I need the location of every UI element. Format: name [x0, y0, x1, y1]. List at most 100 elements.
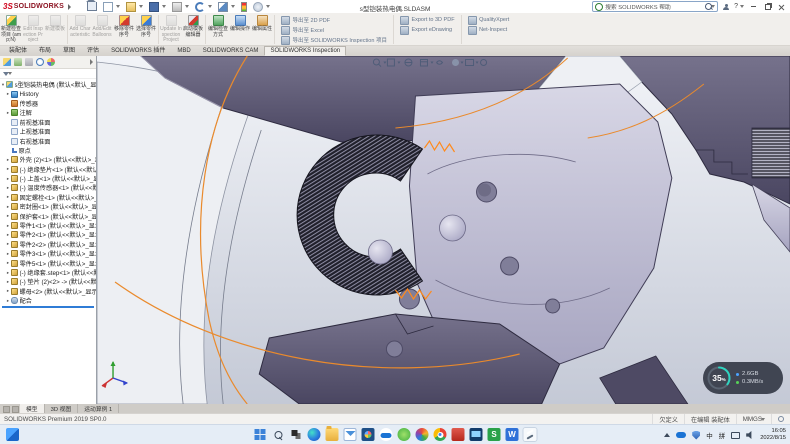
edit-inspection-project-button[interactable]: Edit Inspection Project — [22, 14, 44, 44]
performance-widget[interactable]: 35% 2.6GB 0.3MB/s — [703, 362, 783, 394]
help-icon[interactable]: ? — [734, 3, 738, 10]
mail-icon[interactable] — [344, 428, 357, 441]
network-icon[interactable] — [731, 432, 740, 439]
edit-inspection-method-button[interactable]: 编辑检查方式 — [207, 14, 229, 38]
pick-balloons-button[interactable]: 选择零件序号 — [135, 14, 157, 38]
units-dropdown-icon[interactable] — [761, 418, 765, 421]
tree-item-origin[interactable]: 原点 — [0, 146, 96, 155]
open-icon[interactable] — [126, 2, 136, 12]
tree-item-component[interactable]: ▸零件2<1> (默认<<默认>_显示状态 — [0, 230, 96, 239]
featuremanager-tree-tab-icon[interactable] — [3, 58, 11, 66]
options-dropdown-icon[interactable] — [266, 5, 270, 8]
pc-manager-icon[interactable] — [470, 428, 483, 441]
undo-icon[interactable] — [195, 2, 205, 12]
tab-scroll-right-icon[interactable] — [12, 406, 19, 413]
save-dropdown-icon[interactable] — [162, 5, 166, 8]
tree-item-component[interactable]: ▸零件3<1> (默认<<默认>_显示状态 — [0, 249, 96, 258]
edit-operation-button[interactable]: 编辑操作 — [229, 14, 251, 33]
tab-assembly[interactable]: 装配体 — [3, 43, 33, 56]
taskbar-clock[interactable]: 16:05 2022/8/15 — [760, 428, 786, 442]
propertymanager-tab-icon[interactable] — [14, 58, 22, 66]
taskbar-search-button[interactable] — [272, 428, 285, 441]
ime-mode-indicator[interactable]: 拼 — [719, 430, 726, 440]
tree-item-component[interactable]: ▸(-) 上盖<1> (默认<<默认>_显示状 — [0, 174, 96, 183]
ime-language-indicator[interactable]: 中 — [706, 430, 713, 440]
app-red-icon[interactable] — [452, 428, 465, 441]
tray-expand-chevron-icon[interactable] — [664, 433, 670, 437]
dimxpertmanager-tab-icon[interactable] — [36, 58, 44, 66]
export-edrawing-button[interactable]: Export eDrawing — [400, 26, 455, 35]
tree-item-component[interactable]: ▸零件2<2> (默认<<默认>_显示状态 — [0, 240, 96, 249]
undo-dropdown-icon[interactable] — [208, 5, 212, 8]
tab-evaluate[interactable]: 评估 — [81, 43, 105, 56]
volume-icon[interactable] — [746, 431, 754, 439]
export-3d-pdf-button[interactable]: Export to 3D PDF — [400, 16, 455, 25]
chrome-icon[interactable] — [434, 428, 447, 441]
file-explorer-icon[interactable] — [326, 428, 339, 441]
select-icon[interactable] — [218, 2, 228, 12]
tab-layout[interactable]: 布局 — [33, 43, 57, 56]
solidworks-taskbar-icon[interactable] — [524, 428, 537, 441]
new-document-icon[interactable] — [103, 2, 113, 12]
select-dropdown-icon[interactable] — [231, 5, 235, 8]
new-template-button[interactable]: 新建模板 — [44, 14, 66, 33]
tree-item-component[interactable]: ▸零件5<1> (默认<<默认>_显示状态 — [0, 258, 96, 267]
add-characteristic-button[interactable]: Add Characteristic — [69, 14, 91, 38]
restore-button[interactable] — [763, 3, 772, 11]
tab-mbd[interactable]: MBD — [171, 46, 196, 56]
tree-item-component[interactable]: ▸固定螺栓<1> (默认<<默认>_显示 — [0, 193, 96, 202]
new-inspection-project-button[interactable]: 新建检查项目 (amp;N) — [0, 14, 22, 44]
login-icon[interactable] — [723, 4, 729, 10]
search-icon[interactable] — [705, 3, 712, 10]
tree-item-component[interactable]: ▸保护套<1> (默认<<默认>_显示状 — [0, 211, 96, 220]
search-input[interactable]: 搜索 SOLIDWORKS 帮助 — [592, 1, 718, 12]
open-dropdown-icon[interactable] — [139, 5, 143, 8]
hide-show-items-icon[interactable] — [452, 59, 459, 66]
app-s-icon[interactable]: S — [488, 428, 501, 441]
home-icon[interactable] — [87, 2, 97, 11]
print-icon[interactable] — [172, 2, 182, 12]
tray-onedrive-icon[interactable] — [676, 432, 686, 438]
options-status-button[interactable] — [771, 414, 790, 424]
options-icon[interactable] — [253, 2, 263, 12]
tree-item-component[interactable]: ▸(-) 温度传感器<1> (默认<<默认>_ — [0, 183, 96, 192]
export-inspection-project-button[interactable]: 导出至 SOLIDWORKS Inspection 项目 — [281, 36, 387, 45]
tree-item-right-plane[interactable]: 右视基准面 — [0, 136, 96, 145]
export-excel-button[interactable]: 导出至 Excel — [281, 26, 387, 35]
net-inspect-button[interactable]: Net-Inspect — [468, 26, 510, 35]
configurationmanager-tab-icon[interactable] — [25, 58, 33, 66]
update-inspection-project-button[interactable]: Update Inspection Project — [160, 14, 182, 44]
save-icon[interactable] — [149, 2, 159, 12]
edge-browser-icon[interactable] — [308, 428, 321, 441]
menu-flyout-icon[interactable] — [68, 4, 71, 10]
tab-motion-study[interactable]: 运动算例 1 — [78, 404, 119, 413]
tray-security-shield-icon[interactable] — [692, 431, 700, 440]
add-edit-balloons-button[interactable]: Add/Edit Balloons — [91, 14, 113, 38]
tree-item-top-plane[interactable]: 上视基准面 — [0, 127, 96, 136]
tree-item-component[interactable]: ▸(-) 绝缘套.step<1> (默认<<默认> — [0, 268, 96, 277]
model-viewport[interactable]: 35% 2.6GB 0.3MB/s — [97, 56, 790, 404]
units-selector[interactable]: MMGS — [736, 414, 771, 424]
browser-pinwheel-icon[interactable] — [416, 428, 429, 441]
panel-overflow-chevron-icon[interactable] — [90, 59, 93, 65]
displaymanager-tab-icon[interactable] — [47, 58, 55, 66]
tree-item-annotations[interactable]: ▸注解 — [0, 108, 96, 117]
tab-3d-views[interactable]: 3D 视图 — [45, 404, 79, 413]
photos-icon[interactable] — [362, 428, 375, 441]
qualityxpert-button[interactable]: QualityXpert — [468, 16, 510, 25]
tree-item-component[interactable]: ▸(-) 垫片 (2)<2> -> (默认<<默认> — [0, 277, 96, 286]
new-dropdown-icon[interactable] — [116, 5, 120, 8]
app-green-icon[interactable] — [398, 428, 411, 441]
tree-item-front-plane[interactable]: 前视基准面 — [0, 118, 96, 127]
tab-addins[interactable]: SOLIDWORKS 插件 — [105, 43, 171, 56]
tab-solidworks-inspection[interactable]: SOLIDWORKS Inspection — [264, 46, 346, 56]
tree-item-component[interactable]: ▸零件1<1> (默认<<默认>_显示状态 — [0, 221, 96, 230]
remove-balloons-button[interactable]: 移除零件序号 — [113, 14, 135, 38]
tree-item-component[interactable]: ▸螺母<2> (默认<<默认>_显示状态 — [0, 287, 96, 296]
close-button[interactable] — [777, 3, 786, 11]
wps-icon[interactable]: W — [506, 428, 519, 441]
tree-root[interactable]: ▾s型铠装热电偶 (默认<默认_显示状态-1> — [0, 80, 96, 89]
tree-item-history[interactable]: ▸History — [0, 89, 96, 98]
tree-item-component[interactable]: ▸外壳 (2)<1> (默认<<默认>_显示状 — [0, 155, 96, 164]
tab-scroll-left-icon[interactable] — [3, 406, 10, 413]
